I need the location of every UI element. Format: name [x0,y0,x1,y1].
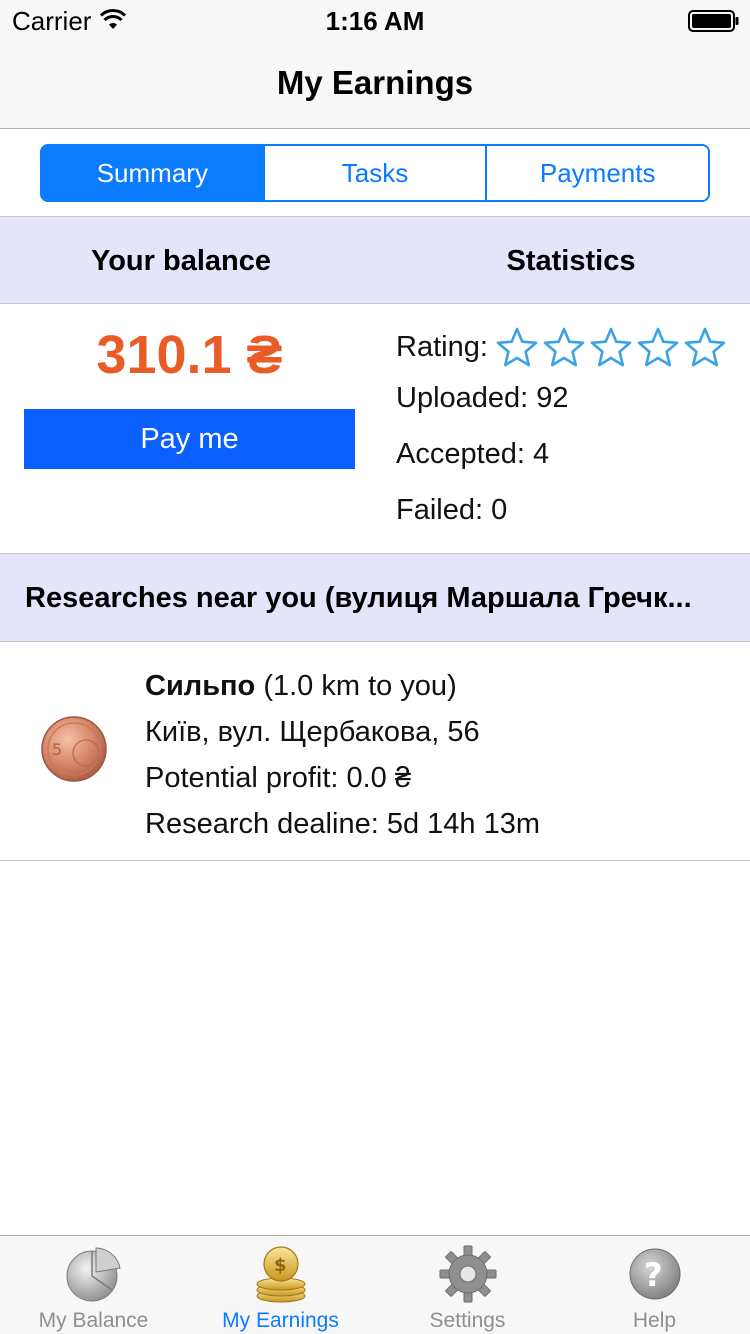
balance-amount: 310.1 ₴ [96,325,283,385]
segment-summary[interactable]: Summary [42,146,263,200]
tab-bar: My Balance $ My Earnings Settings ? Help [0,1235,750,1334]
summary-section-header: Your balance Statistics [0,216,750,304]
list-divider [0,860,750,861]
research-address: Київ, вул. Щербакова, 56 [145,716,480,748]
svg-text:$: $ [274,1255,287,1276]
star-icon [496,327,538,367]
tab-label: Help [632,1309,677,1332]
researches-section-header: Researches near you (вулиця Маршала Греч… [0,553,750,642]
coins-icon: $ [256,1246,305,1303]
tab-my-earnings[interactable]: $ My Earnings [187,1236,374,1334]
battery-icon [688,10,739,32]
segment-payments[interactable]: Payments [485,146,708,200]
rating-row: Rating: [396,326,731,368]
navigation-bar: My Earnings [0,40,750,129]
star-icon [637,327,679,367]
tab-label: My Earnings [222,1309,339,1332]
star-icon [543,327,585,367]
research-distance: (1.0 km to you) [255,670,457,702]
research-title: Сильпо (1.0 km to you) [145,670,457,703]
tab-help[interactable]: ? Help [561,1236,748,1334]
research-name: Сильпо [145,670,256,702]
uploaded-stat: Uploaded: 92 [396,382,569,414]
pie-chart-icon [66,1247,121,1302]
tab-label: Settings [429,1309,506,1332]
accepted-stat: Accepted: 4 [396,438,550,470]
researches-heading: Researches near you (вулиця Маршала Греч… [25,582,692,614]
tab-settings[interactable]: Settings [374,1236,561,1334]
status-time: 1:16 AM [325,6,425,36]
pay-me-button[interactable]: Pay me [24,409,355,469]
failed-stat: Failed: 0 [396,494,508,526]
rating-stars [496,326,731,368]
tab-label: My Balance [38,1309,149,1332]
svg-text:?: ? [644,1256,663,1294]
statistics-heading: Statistics [506,245,636,277]
coin-icon: 5 [41,716,107,782]
research-deadline: Research dealine: 5d 14h 13m [145,808,540,840]
tab-my-balance[interactable]: My Balance [0,1236,187,1334]
gear-icon [439,1245,496,1303]
balance-heading: Your balance [91,245,271,277]
star-icon [590,327,632,367]
svg-text:5: 5 [52,740,62,759]
segment-tasks[interactable]: Tasks [262,146,486,200]
help-icon: ? [629,1248,680,1300]
segmented-control: Summary Tasks Payments [40,144,710,202]
star-icon [684,327,726,367]
page-title: My Earnings [276,64,474,101]
research-profit: Potential profit: 0.0 ₴ [145,762,411,794]
status-bar: Carrier 1:16 AM [0,0,750,40]
rating-label: Rating: [396,330,488,363]
